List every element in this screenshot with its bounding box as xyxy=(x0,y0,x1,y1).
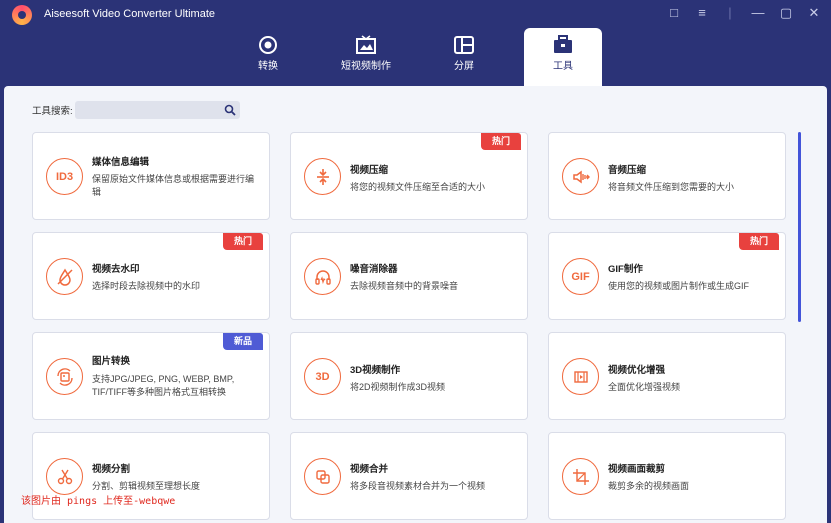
tool-desc: 将多段音视频素材合并为一个视频 xyxy=(350,481,486,491)
tool-title: 视频优化增强 xyxy=(608,365,666,376)
convert-icon xyxy=(259,36,277,54)
id3-icon: ID3 xyxy=(46,158,83,195)
search-input[interactable] xyxy=(74,102,225,120)
tool-title: 视频去水印 xyxy=(92,264,140,275)
mv-icon xyxy=(356,35,376,54)
tool-desc: 将音频文件压缩到您需要的大小 xyxy=(608,182,735,192)
tool-card-gif-maker[interactable]: GIF 热门 GIF制作 使用您的视频或图片制作或生成GIF xyxy=(548,232,786,320)
app-logo xyxy=(12,5,32,25)
scissors-icon xyxy=(46,458,83,495)
minimize-icon[interactable]: — xyxy=(751,5,765,21)
window-controls: □ ≡ | — ▢ ✕ xyxy=(667,5,821,21)
tool-desc: 将2D视频制作成3D视频 xyxy=(350,382,446,392)
image-convert-icon xyxy=(46,358,83,395)
tab-collage[interactable]: 分屏 xyxy=(425,28,503,84)
title-bar: Aiseesoft Video Converter Ultimate □ ≡ |… xyxy=(0,0,831,86)
merge-icon xyxy=(304,458,341,495)
tool-card-noise-remover[interactable]: 噪音消除器 去除视频音频中的背景噪音 xyxy=(290,232,528,320)
hot-badge: 热门 xyxy=(223,233,263,250)
close-icon[interactable]: ✕ xyxy=(807,5,821,21)
tool-card-3d-maker[interactable]: 3D 3D视频制作 将2D视频制作成3D视频 xyxy=(290,332,528,420)
app-title: Aiseesoft Video Converter Ultimate xyxy=(44,8,215,20)
tool-card-video-enhance[interactable]: 视频优化增强 全面优化增强视频 xyxy=(548,332,786,420)
tool-card-video-merge[interactable]: 视频合并 将多段音视频素材合并为一个视频 xyxy=(290,432,528,520)
tool-title: 音频压缩 xyxy=(608,165,647,176)
tab-label: 转换 xyxy=(258,61,278,72)
hot-badge: 热门 xyxy=(739,233,779,250)
toolbox-icon xyxy=(554,35,572,53)
audio-compress-icon xyxy=(562,158,599,195)
tool-card-video-compress[interactable]: 热门 视频压缩 将您的视频文件压缩至合适的大小 xyxy=(290,132,528,220)
tool-card-media-info[interactable]: ID3 媒体信息编辑 保留原始文件媒体信息或根据需要进行编辑 xyxy=(32,132,270,220)
tool-title: 噪音消除器 xyxy=(350,264,398,275)
collage-icon xyxy=(454,36,474,54)
tool-title: 3D视频制作 xyxy=(350,365,401,376)
noise-remove-icon xyxy=(304,258,341,295)
tool-desc: 支持JPG/JPEG, PNG, WEBP, BMP, TIF/TIFF等多种图… xyxy=(92,374,235,397)
tool-desc: 裁剪多余的视频画面 xyxy=(608,481,690,491)
tool-title: 视频分割 xyxy=(92,464,131,475)
main-nav: 转换 短视频制作 分屏 工具 xyxy=(0,28,831,86)
tool-title: GIF制作 xyxy=(608,264,643,275)
separator: | xyxy=(728,5,732,20)
gif-icon: GIF xyxy=(562,258,599,295)
search-label: 工具搜索: xyxy=(32,106,73,117)
tool-desc: 选择时段去除视频中的水印 xyxy=(92,281,201,291)
maximize-icon[interactable]: ▢ xyxy=(779,5,793,21)
watermark-remove-icon xyxy=(46,258,83,295)
tool-title: 视频画面裁剪 xyxy=(608,464,666,475)
tool-title: 视频压缩 xyxy=(350,165,389,176)
scrollbar[interactable] xyxy=(798,132,801,322)
tool-card-audio-compress[interactable]: 音频压缩 将音频文件压缩到您需要的大小 xyxy=(548,132,786,220)
tool-card-image-convert[interactable]: 新品 图片转换 支持JPG/JPEG, PNG, WEBP, BMP, TIF/… xyxy=(32,332,270,420)
tab-toolbox[interactable]: 工具 xyxy=(524,28,602,86)
tab-label: 分屏 xyxy=(454,61,474,72)
tool-title: 视频合并 xyxy=(350,464,389,475)
search-icon[interactable] xyxy=(224,104,236,116)
tab-mv[interactable]: 短视频制作 xyxy=(327,28,405,84)
tool-desc: 使用您的视频或图片制作或生成GIF xyxy=(608,281,749,291)
3d-icon: 3D xyxy=(304,358,341,395)
tool-desc: 去除视频音频中的背景噪音 xyxy=(350,281,459,291)
compress-icon xyxy=(304,158,341,195)
enhance-icon xyxy=(562,358,599,395)
search-box[interactable] xyxy=(74,101,240,120)
tab-label: 短视频制作 xyxy=(341,61,391,72)
tool-search: 工具搜索: xyxy=(32,101,240,120)
tab-convert[interactable]: 转换 xyxy=(229,28,307,84)
tool-title: 图片转换 xyxy=(92,356,131,367)
new-badge: 新品 xyxy=(223,333,263,350)
tool-title: 媒体信息编辑 xyxy=(92,157,150,168)
tool-desc: 保留原始文件媒体信息或根据需要进行编辑 xyxy=(92,174,255,197)
toolbox-panel: 工具搜索: ID3 媒体信息编辑 保留原始文件媒体信息或根据需要进行编辑 热门 … xyxy=(4,86,827,523)
tool-desc: 全面优化增强视频 xyxy=(608,382,681,392)
hot-badge: 热门 xyxy=(481,133,521,150)
tab-label: 工具 xyxy=(553,61,573,72)
feedback-icon[interactable]: □ xyxy=(667,5,681,21)
crop-icon xyxy=(562,458,599,495)
tool-card-watermark-remove[interactable]: 热门 视频去水印 选择时段去除视频中的水印 xyxy=(32,232,270,320)
tool-desc: 将您的视频文件压缩至合适的大小 xyxy=(350,182,486,192)
tool-card-video-crop[interactable]: 视频画面裁剪 裁剪多余的视频画面 xyxy=(548,432,786,520)
menu-icon[interactable]: ≡ xyxy=(695,5,709,21)
upload-watermark: 该图片由 pings 上传至-webqwe xyxy=(21,496,176,507)
